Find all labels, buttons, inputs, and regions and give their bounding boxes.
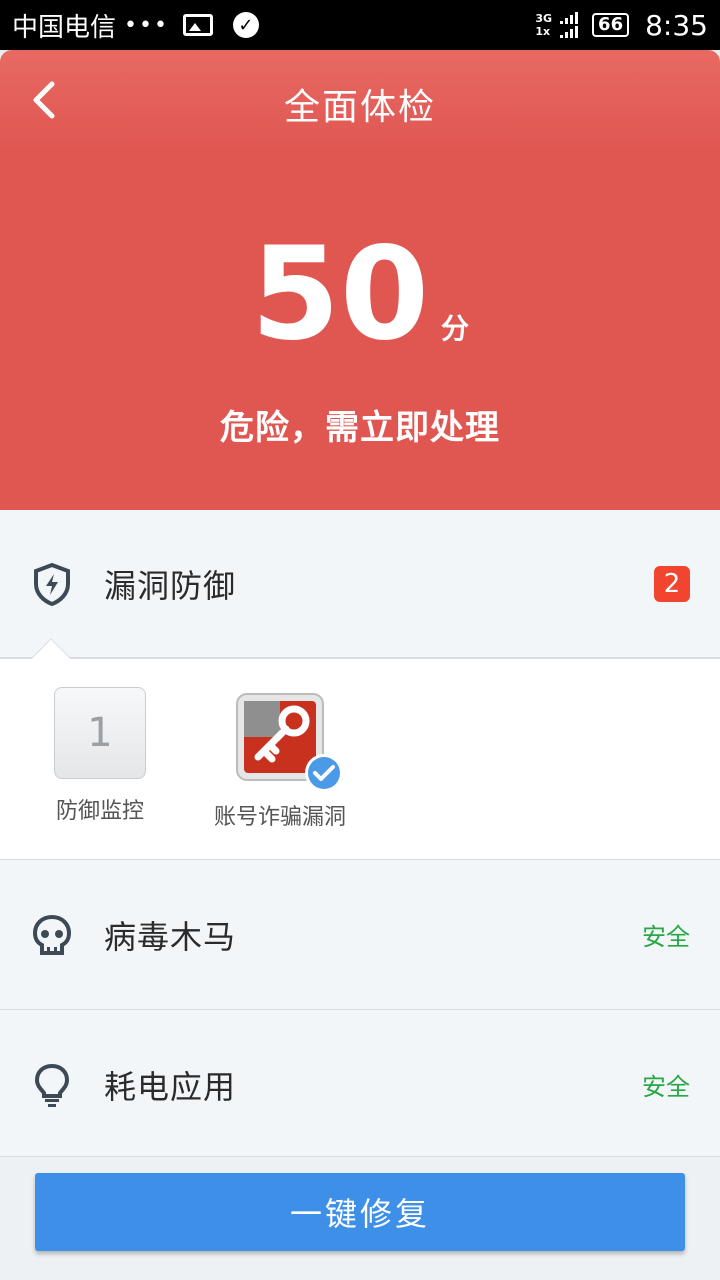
skull-icon [32,914,72,955]
status-bar: 中国电信 ••• ✓ 3G 1x 66 8:35 [0,0,720,50]
section-virus-trojan[interactable]: 病毒木马 安全 [0,860,720,1010]
issue-count-badge: 2 [654,565,690,602]
vuln-item-account-fraud[interactable]: 账号诈骗漏洞 [200,691,360,831]
signal-icon [560,11,579,39]
bottom-action-bar: 一键修复 [0,1156,720,1280]
network-top-label: 3G [535,12,553,25]
safe-status: 安全 [642,923,690,951]
shield-bolt-icon [34,562,70,606]
score-value: 50 [250,220,430,369]
monitor-number-box: 1 [54,687,146,779]
score-unit: 分 [441,312,470,345]
section-power-apps[interactable]: 耗电应用 安全 [0,1010,720,1160]
carrier-name: 中国电信 [12,12,117,43]
risk-status: 危险，需立即处理 [220,408,500,448]
lightbulb-icon [34,1063,70,1107]
image-notification-icon [182,14,213,36]
battery-icon: 66 [592,13,630,37]
score-display: 50 分 [0,230,720,360]
section-label: 漏洞防御 [104,566,237,605]
notification-dots: ••• [124,12,169,38]
vuln-items-panel: 1 防御监控 账号诈骗漏洞 [0,638,720,860]
check-circle-icon [305,754,343,792]
page-title: 全面体检 [283,87,436,128]
check-notification-icon: ✓ [232,12,259,38]
section-label: 耗电应用 [104,1067,237,1106]
vuln-item-label: 账号诈骗漏洞 [213,805,346,830]
vuln-item-monitor[interactable]: 1 防御监控 [40,687,160,825]
section-vuln-defense[interactable]: 漏洞防御 2 [0,510,720,658]
one-click-fix-button[interactable]: 一键修复 [35,1173,685,1251]
safe-status: 安全 [642,1073,690,1101]
clock: 8:35 [645,8,708,42]
section-label: 病毒木马 [104,917,237,956]
network-bottom-label: 1x [535,25,551,38]
vuln-item-label: 防御监控 [55,799,144,824]
network-type: 3G 1x [535,12,552,38]
score-header: 全面体检 50 分 危险，需立即处理 [0,50,720,510]
